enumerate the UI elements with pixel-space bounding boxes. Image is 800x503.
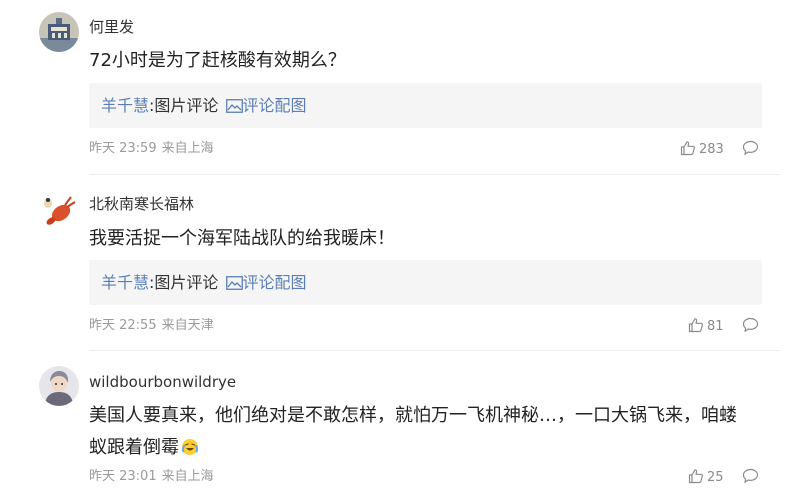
reply-button[interactable]: [742, 468, 759, 490]
thumbs-up-icon: [680, 141, 695, 156]
user-avatar[interactable]: [39, 366, 79, 406]
comment-meta: 昨天 23:01 来自上海: [89, 468, 214, 486]
comment-actions: 25: [680, 468, 760, 486]
like-button[interactable]: 25: [688, 468, 724, 487]
comment-text: 我要活捉一个海军陆战队的给我暖床！: [89, 228, 395, 249]
comment-text: 72小时是为了赶核酸有效期么？: [89, 50, 346, 71]
quote-author[interactable]: 羊千慧: [101, 96, 149, 115]
comment-item: 何里发 72小时是为了赶核酸有效期么？ 羊千慧:图片评论 评论配图 昨天 23:…: [0, 0, 800, 175]
quote-text: 图片评论: [154, 273, 219, 292]
comment-location: 来自上海: [161, 141, 214, 156]
comment-time: 昨天 23:01: [89, 469, 157, 484]
image-icon: [225, 99, 243, 113]
quote-author[interactable]: 羊千慧: [101, 273, 149, 292]
comment-item: 北秋南寒长福林 我要活捉一个海军陆战队的给我暖床！ 羊千慧:图片评论 评论配图 …: [0, 175, 800, 351]
comment-bubble-icon: [742, 317, 759, 332]
laughing-crying-emoji-icon: [181, 439, 199, 455]
thumbs-up-icon: [688, 469, 703, 484]
comment-actions: 81: [680, 317, 760, 335]
portrait-avatar-icon: [39, 366, 79, 406]
quote-text: 图片评论: [154, 96, 219, 115]
reply-button[interactable]: [742, 140, 759, 162]
view-comment-image-link[interactable]: 评论配图: [243, 273, 307, 292]
comment-time: 昨天 23:59: [89, 141, 157, 156]
like-count: 283: [699, 142, 724, 157]
like-count: 25: [707, 470, 724, 485]
username[interactable]: 何里发: [89, 17, 134, 37]
quoted-comment[interactable]: 羊千慧:图片评论 评论配图: [89, 83, 762, 128]
reply-button[interactable]: [742, 317, 759, 339]
quoted-comment[interactable]: 羊千慧:图片评论 评论配图: [89, 260, 762, 305]
comment-location: 来自天津: [161, 318, 214, 333]
monument-avatar-icon: [39, 12, 79, 52]
like-button[interactable]: 283: [680, 140, 724, 159]
like-count: 81: [707, 319, 724, 334]
comment-bubble-icon: [742, 140, 759, 155]
lobster-avatar-icon: [39, 189, 79, 229]
username[interactable]: 北秋南寒长福林: [89, 194, 194, 214]
image-icon: [225, 276, 243, 290]
comment-bubble-icon: [742, 468, 759, 483]
comment-location: 来自上海: [161, 469, 214, 484]
comment-item: wildbourbonwildrye 美国人要真来，他们绝对是不敢怎样，就怕万一…: [0, 351, 800, 503]
user-avatar[interactable]: [39, 12, 79, 52]
thumbs-up-icon: [688, 318, 703, 333]
comment-text: 美国人要真来，他们绝对是不敢怎样，就怕万一飞机神秘…，一口大锅飞来，咱蝼蚁跟着倒…: [89, 400, 749, 464]
comment-meta: 昨天 22:55 来自天津: [89, 317, 214, 335]
view-comment-image-link[interactable]: 评论配图: [243, 96, 307, 115]
like-button[interactable]: 81: [688, 317, 724, 336]
comment-actions: 283: [680, 140, 760, 158]
comment-meta: 昨天 23:59 来自上海: [89, 140, 214, 158]
user-avatar[interactable]: [39, 189, 79, 229]
comment-feed: 何里发 72小时是为了赶核酸有效期么？ 羊千慧:图片评论 评论配图 昨天 23:…: [0, 0, 800, 503]
username[interactable]: wildbourbonwildrye: [89, 372, 236, 392]
comment-time: 昨天 22:55: [89, 318, 157, 333]
